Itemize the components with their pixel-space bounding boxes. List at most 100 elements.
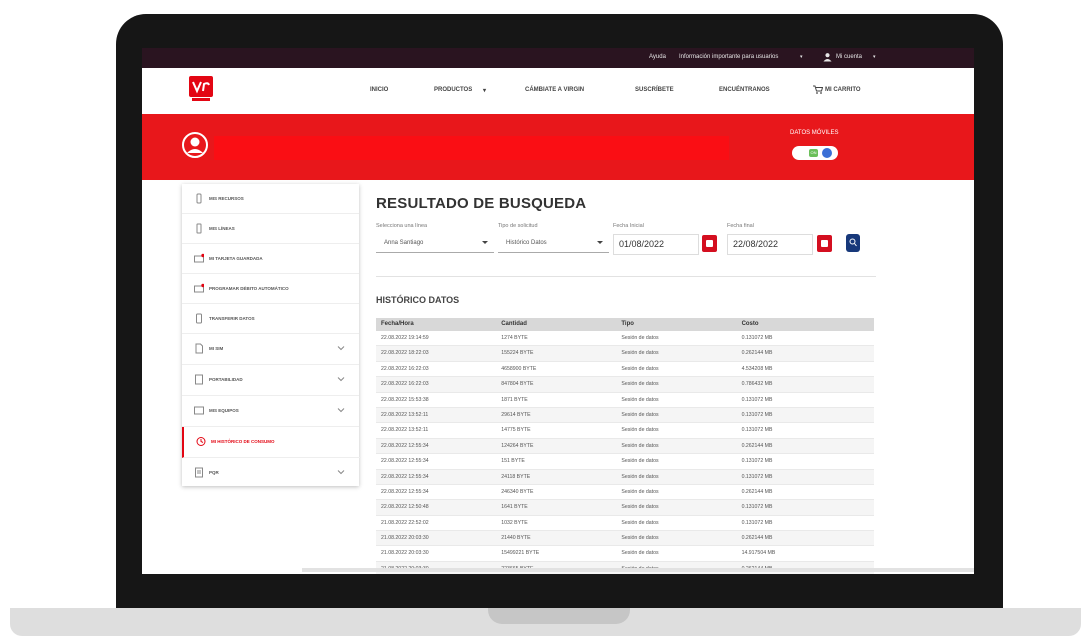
productos-chevron-icon[interactable]: ▾	[483, 87, 486, 94]
nav-productos[interactable]: PRODUCTOS	[434, 87, 472, 93]
linea-select[interactable]: Anna Santiago	[376, 234, 494, 253]
fecha-inicial-value: 01/08/2022	[619, 239, 665, 249]
sidebar-item-tarjeta[interactable]: MI TARJETA GUARDADA	[182, 244, 359, 274]
sidebar-item-equipos[interactable]: MIS EQUIPOS	[182, 396, 359, 427]
sidebar-item-pqr[interactable]: PQR	[182, 458, 359, 486]
sidebar-item-portabilidad[interactable]: PORTABILIDAD	[182, 365, 359, 396]
fecha-inicial-calendar-button[interactable]	[702, 235, 717, 252]
datos-moviles-toggle[interactable]: ON	[792, 146, 838, 160]
table-cell: 21.08.2022 22:52:02	[381, 519, 429, 526]
table-cell: 15499221 BYTE	[501, 550, 540, 557]
table-cell: 1641 BYTE	[501, 504, 528, 511]
table-cell: 21440 BYTE	[501, 535, 531, 542]
table-cell: 22.08.2022 12:55:34	[381, 458, 429, 465]
header-cantidad: Cantidad	[501, 321, 527, 327]
info-link[interactable]: Información importante para usuarios	[679, 54, 778, 60]
cart-icon[interactable]	[813, 85, 823, 94]
table-cell: Sesión de datos	[621, 535, 659, 542]
linea-label: Selecciona una línea	[376, 223, 428, 229]
user-icon[interactable]	[823, 52, 832, 62]
nav-cambiate[interactable]: CÁMBIATE A VIRGIN	[525, 87, 584, 93]
table-cell: 22.08.2022 13:52:11	[381, 427, 429, 434]
table-body: 22.08.2022 19:14:59 1274 BYTE Sesión de da…	[376, 331, 874, 574]
table-cell: 1871 BYTE	[501, 396, 528, 403]
table-cell: 0.131072 MB	[741, 504, 773, 511]
sim-icon	[196, 223, 202, 234]
top-utility-bar: Ayuda Información importante para usuari…	[142, 48, 974, 68]
table-cell: 0.131072 MB	[741, 396, 773, 403]
fecha-inicial-input[interactable]: 01/08/2022	[613, 234, 699, 255]
fecha-final-input[interactable]: 22/08/2022	[727, 234, 813, 255]
horizontal-scrollbar[interactable]	[302, 568, 974, 572]
historico-title: HISTÓRICO DATOS	[376, 295, 460, 305]
chevron-down-icon[interactable]	[337, 468, 345, 476]
account-link[interactable]: Mi cuenta	[836, 54, 862, 60]
table-cell: 14.917504 MB	[741, 550, 776, 557]
sidebar-item-mis-recursos[interactable]: MIS RECURSOS	[182, 184, 359, 214]
table-cell: Sesión de datos	[621, 550, 659, 557]
table-cell: 847804 BYTE	[501, 381, 534, 388]
nav-encuentranos[interactable]: ENCUÉNTRANOS	[719, 87, 770, 93]
sidebar-item-transferir[interactable]: TRANSFERIR DATOS	[182, 304, 359, 334]
table-cell: 22.08.2022 12:55:34	[381, 442, 429, 449]
table-cell: 14775 BYTE	[501, 427, 531, 434]
document-icon	[195, 374, 203, 385]
table-cell: Sesión de datos	[621, 442, 659, 449]
header-costo: Costo	[741, 321, 759, 327]
avatar-icon[interactable]	[182, 132, 208, 158]
table-cell: Sesión de datos	[621, 396, 659, 403]
table-cell: 0.131072 MB	[741, 473, 773, 480]
table-row: 22.08.2022 12:55:34 124264 BYTE Sesión de …	[376, 438, 874, 455]
virgin-logo[interactable]	[189, 76, 213, 102]
chevron-down-icon[interactable]	[337, 406, 345, 414]
sidebar-item-label: MIS EQUIPOS	[209, 408, 239, 413]
table-row: 22.08.2022 16:22:03 847804 BYTE Sesión de …	[376, 377, 874, 393]
nav-inicio[interactable]: INICIO	[370, 87, 388, 93]
account-chevron-icon[interactable]: ▾	[873, 54, 876, 60]
table-cell: 21.08.2022 20:03:30	[381, 550, 429, 557]
divider	[376, 276, 876, 277]
table-cell: 21.08.2022 20:03:30	[381, 535, 429, 542]
table-cell: Sesión de datos	[621, 458, 659, 465]
chevron-down-icon[interactable]	[337, 344, 345, 352]
sidebar-item-label: MIS RECURSOS	[209, 196, 244, 201]
linea-value: Anna Santiago	[384, 240, 424, 246]
header-tipo: Tipo	[621, 321, 634, 327]
line-selector-bar[interactable]	[214, 136, 729, 160]
fecha-final-calendar-button[interactable]	[817, 235, 832, 252]
table-cell: 1274 BYTE	[501, 335, 528, 341]
table-cell: 22.08.2022 13:52:11	[381, 411, 429, 418]
nav-carrito[interactable]: MI CARRITO	[825, 87, 861, 93]
table-cell: Sesión de datos	[621, 411, 659, 418]
history-icon	[196, 437, 206, 446]
sidebar-item-debito[interactable]: PROGRAMAR DÉBITO AUTOMÁTICO	[182, 274, 359, 304]
table-cell: 22.08.2022 12:50:48	[381, 504, 429, 511]
sidebar-item-label: PROGRAMAR DÉBITO AUTOMÁTICO	[209, 286, 289, 291]
sidebar-item-label: MI HISTÓRICO DE CONSUMO	[211, 439, 275, 444]
table-cell: Sesión de datos	[621, 473, 659, 480]
toggle-knob[interactable]	[822, 148, 832, 158]
search-button[interactable]	[846, 234, 860, 252]
table-cell: 0.262144 MB	[741, 442, 773, 449]
tipo-select[interactable]: Histórico Datos	[498, 234, 609, 253]
table-cell: 0.131072 MB	[741, 335, 773, 341]
info-chevron-icon[interactable]: ▾	[800, 54, 803, 60]
help-link[interactable]: Ayuda	[649, 54, 666, 60]
table-row: 22.08.2022 12:50:48 1641 BYTE Sesión de da…	[376, 500, 874, 516]
table-cell: 0.131072 MB	[741, 519, 773, 526]
sidebar-item-mis-lineas[interactable]: MIS LÍNEAS	[182, 214, 359, 244]
card-icon	[194, 253, 204, 263]
sidebar-item-historico[interactable]: MI HISTÓRICO DE CONSUMO	[182, 427, 361, 458]
sidebar-item-mi-sim[interactable]: MI SIM	[182, 334, 359, 365]
datos-moviles-label: DATOS MÓVILES	[790, 130, 839, 136]
chevron-down-icon[interactable]	[337, 375, 345, 383]
caret-down-icon	[482, 241, 488, 244]
table-cell: 0.262144 MB	[741, 350, 773, 357]
calendar-icon	[821, 240, 828, 247]
table-cell: Sesión de datos	[621, 381, 659, 388]
nav-suscribete[interactable]: SUSCRÍBETE	[635, 87, 674, 93]
table-cell: 1032 BYTE	[501, 519, 528, 526]
sidebar-item-label: MIS LÍNEAS	[209, 226, 235, 231]
table-cell: 22.08.2022 12:55:34	[381, 488, 429, 495]
table-cell: 22.08.2022 18:22:03	[381, 350, 429, 357]
